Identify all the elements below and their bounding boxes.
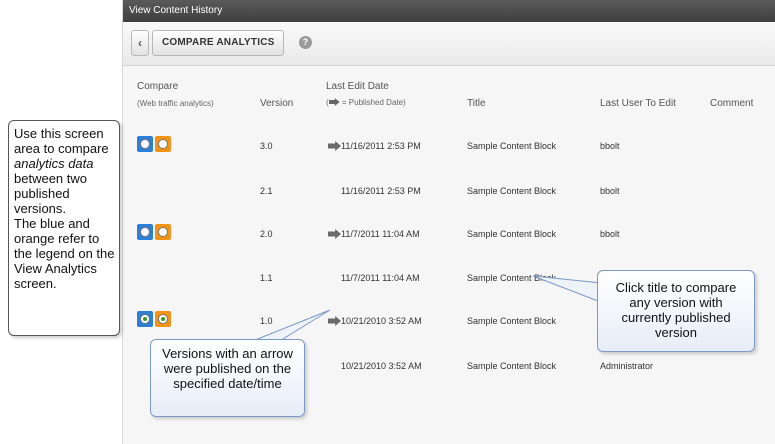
radio-circle-icon [140,314,150,324]
row-date: 11/16/2011 2:53 PM [341,186,421,196]
radio-circle-icon [140,139,150,149]
window-title: View Content History [123,0,775,22]
column-header-version: Version [260,98,294,109]
row-date: 10/21/2010 3:52 AM [341,316,422,326]
column-header-comment: Comment [710,98,754,109]
row-title-link[interactable]: Sample Content Block [467,361,556,371]
compare-orange-radio[interactable] [155,136,171,152]
row-last-user: bbolt [600,186,620,196]
row-last-user: bbolt [600,141,620,151]
row-title-link[interactable]: Sample Content Block [467,186,556,196]
radio-selected-dot-icon [143,317,147,321]
compare-selector-pair [137,311,171,327]
compare-blue-radio[interactable] [137,311,153,327]
compare-orange-radio[interactable] [155,311,171,327]
row-version: 1.0 [260,316,273,326]
row-last-user: bbolt [600,229,620,239]
row-version: 2.1 [260,186,273,196]
compare-blue-radio[interactable] [137,136,153,152]
back-button[interactable]: ‹ [131,30,149,56]
compare-orange-radio[interactable] [155,224,171,240]
legend-text: = Published Date) [341,98,406,107]
row-title-link[interactable]: Sample Content Block [467,273,556,283]
row-date: 11/16/2011 2:53 PM [341,141,421,151]
column-header-last-user: Last User To Edit [600,98,676,109]
callout-left-text-3: The blue and orange refer to the legend … [14,216,115,291]
arrow-note-callout: Versions with an arrow were published on… [150,339,305,417]
row-title-link[interactable]: Sample Content Block [467,229,556,239]
radio-selected-dot-icon [161,317,165,321]
title-note-callout: Click title to compare any version with … [597,270,755,352]
row-title-link[interactable]: Sample Content Block [467,316,556,326]
compare-analytics-button[interactable]: COMPARE ANALYTICS [152,30,285,56]
compare-area-callout: Use this screen area to compare analytic… [8,120,120,336]
published-arrow-icon [328,229,341,239]
compare-blue-radio[interactable] [137,224,153,240]
published-arrow-icon [328,98,340,106]
compare-selector-pair [137,224,171,240]
row-version: 3.0 [260,141,273,151]
row-date: 10/21/2010 3:52 AM [341,361,422,371]
row-version: 1.1 [260,273,273,283]
radio-circle-icon [158,227,168,237]
row-date: 11/7/2011 11:04 AM [341,229,420,239]
row-last-user: Administrator [600,361,654,371]
column-header-last-edit-sub: ( = Published Date) [326,98,406,107]
radio-circle-icon [140,227,150,237]
callout-left-italic: analytics data [14,156,94,171]
legend-paren: ( [326,98,329,107]
column-header-compare-sub: (Web traffic analytics) [137,99,214,108]
column-header-compare: Compare [137,81,179,92]
callout-left-text-1: Use this screen area to compare [14,126,109,156]
row-date: 11/7/2011 11:04 AM [341,273,420,283]
published-arrow-icon [328,316,341,326]
radio-circle-icon [158,139,168,149]
callout-left-text-2: between two published versions. [14,171,87,216]
radio-circle-icon [158,314,168,324]
column-header-last-edit: Last Edit Date [326,81,389,92]
compare-selector-pair [137,136,171,152]
help-icon[interactable]: ? [299,36,312,49]
column-header-title: Title [467,98,486,109]
toolbar: ‹ COMPARE ANALYTICS ? [123,22,775,66]
published-arrow-icon [328,141,341,151]
row-version: 2.0 [260,229,273,239]
row-title-link[interactable]: Sample Content Block [467,141,556,151]
